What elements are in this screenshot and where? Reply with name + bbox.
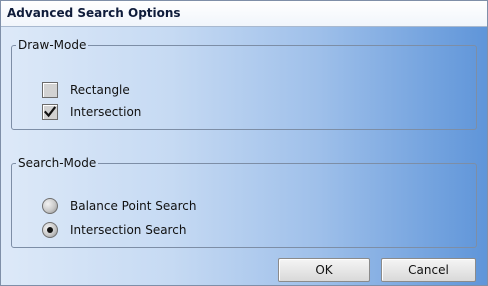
draw-mode-legend: Draw-Mode <box>18 38 87 52</box>
advanced-search-dialog: Advanced Search Options Draw-Mode Rectan… <box>0 0 488 286</box>
intersection-label: Intersection <box>70 105 142 119</box>
balance-point-search-label: Balance Point Search <box>70 199 197 213</box>
radio-selected-dot-icon <box>47 227 53 233</box>
checkmark-icon <box>44 106 56 118</box>
intersection-checkbox[interactable] <box>42 104 58 120</box>
rectangle-label: Rectangle <box>70 83 130 97</box>
cancel-button[interactable]: Cancel <box>381 258 476 282</box>
draw-mode-group: Draw-Mode Rectangle Intersection <box>11 38 477 130</box>
intersection-search-label: Intersection Search <box>70 223 187 237</box>
search-mode-group: Search-Mode Balance Point Search Interse… <box>11 156 477 248</box>
dialog-title: Advanced Search Options <box>7 6 181 20</box>
rectangle-checkbox[interactable] <box>42 82 58 98</box>
title-bar: Advanced Search Options <box>1 1 487 27</box>
search-mode-legend: Search-Mode <box>18 156 97 170</box>
ok-button[interactable]: OK <box>278 258 370 282</box>
balance-point-search-radio[interactable] <box>42 198 58 214</box>
intersection-search-radio[interactable] <box>42 222 58 238</box>
